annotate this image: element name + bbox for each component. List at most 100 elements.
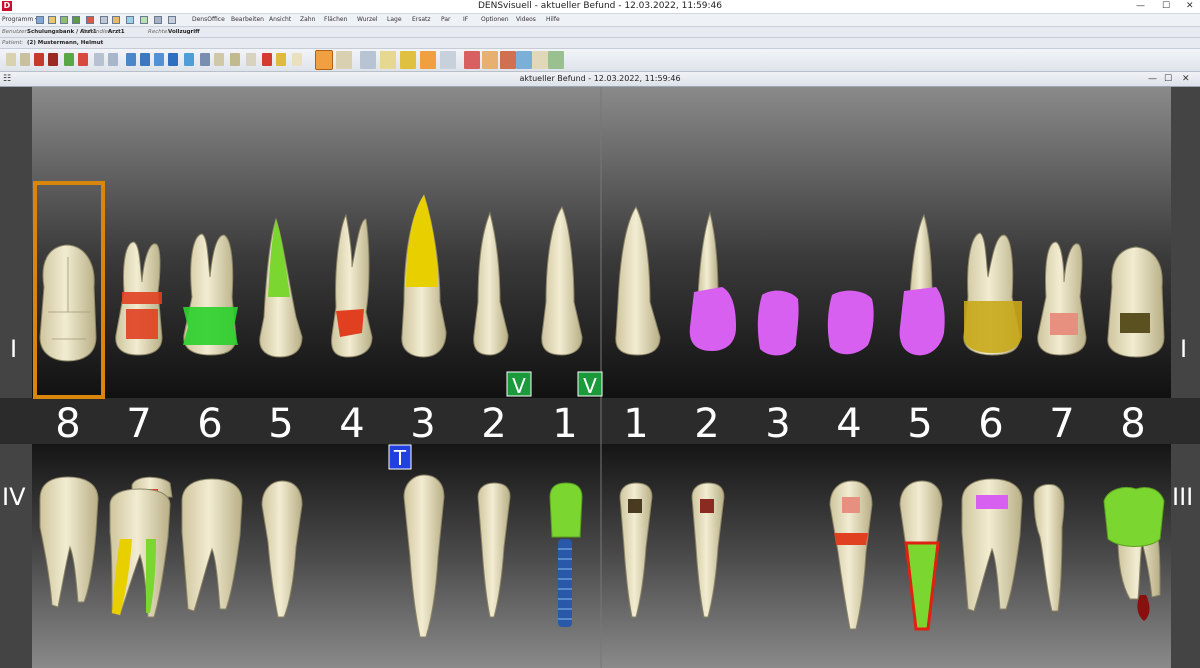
menu-densoffice[interactable]: DensOffice	[192, 14, 225, 26]
tooth-number-23[interactable]: 3	[765, 401, 790, 447]
tooth-number-14[interactable]: 4	[339, 401, 364, 447]
menu-par[interactable]: Par	[441, 14, 451, 26]
tool-selected-icon[interactable]	[315, 50, 333, 70]
doc-close-button[interactable]: ✕	[1182, 72, 1190, 86]
tool-implant-icon[interactable]	[126, 53, 136, 66]
tool-blue-icon[interactable]	[184, 53, 194, 66]
tool-t-icon[interactable]	[246, 53, 256, 66]
tool-brown-icon[interactable]	[500, 51, 516, 69]
left-side-panel	[0, 87, 32, 668]
menu-optionen[interactable]: Optionen	[481, 14, 509, 26]
tool-root2-icon[interactable]	[230, 53, 240, 66]
tooth-number-28[interactable]: 8	[1120, 401, 1145, 447]
toolbar	[0, 49, 1200, 72]
document-title: aktueller Befund - 12.03.2022, 11:59:46	[519, 74, 681, 83]
quick-icon-2[interactable]	[48, 16, 56, 24]
menu-if[interactable]: IF	[463, 14, 468, 26]
tool-view2-icon[interactable]	[336, 51, 352, 69]
quadrant-label-upper-right: I	[1180, 335, 1187, 363]
tool-gold-icon[interactable]	[276, 53, 286, 66]
tool-orange-icon[interactable]	[420, 51, 436, 69]
tool-radiation-icon[interactable]	[292, 53, 302, 66]
menu-bearbeiten[interactable]: Bearbeiten	[231, 14, 264, 26]
tool-beige-icon[interactable]	[532, 51, 548, 69]
tool-green-icon[interactable]	[64, 53, 74, 66]
tool-xray-icon[interactable]	[440, 51, 456, 69]
tool-gray-tooth-icon[interactable]	[360, 51, 376, 69]
tool-red-icon[interactable]	[34, 53, 44, 66]
tool-face-icon[interactable]	[380, 51, 396, 69]
tool-monitor-icon[interactable]	[516, 51, 532, 69]
quick-icon-4[interactable]	[72, 16, 80, 24]
tooth-number-24[interactable]: 4	[836, 401, 861, 447]
tooth-number-26[interactable]: 6	[978, 401, 1003, 447]
tooth-number-22[interactable]: 2	[694, 401, 719, 447]
tooth-number-21[interactable]: 1	[623, 401, 648, 447]
tooth-number-band	[0, 398, 1200, 444]
menu-programm[interactable]: Programm ▾	[2, 14, 38, 26]
tooth-number-16[interactable]: 6	[197, 401, 222, 447]
tool-implant2-icon[interactable]	[140, 53, 150, 66]
quick-icon-1[interactable]	[36, 16, 44, 24]
tool-implant3-icon[interactable]	[154, 53, 164, 66]
menu-hilfe[interactable]: Hilfe	[546, 14, 560, 26]
quick-icon-9[interactable]	[140, 16, 148, 24]
menu-bar: Programm ▾ DensOffice Bearbeiten Ansicht…	[0, 14, 1200, 27]
quadrant-label-upper-left: I	[10, 335, 17, 363]
tooth-23[interactable]	[757, 290, 799, 356]
tooth-number-12[interactable]: 2	[481, 401, 506, 447]
quick-icon-10[interactable]	[154, 16, 162, 24]
benutzer-label: Benutzer:	[2, 29, 29, 35]
quick-icon-3[interactable]	[60, 16, 68, 24]
patient-value: (2) Mustermann, Helmut	[27, 40, 104, 46]
tool-crown-red-icon[interactable]	[48, 53, 58, 66]
menu-zahn[interactable]: Zahn	[300, 14, 315, 26]
minimize-button[interactable]: —	[1136, 0, 1145, 13]
tool-filling-icon[interactable]	[78, 53, 88, 66]
maximize-button[interactable]: ☐	[1162, 0, 1170, 13]
quick-icon-11[interactable]	[168, 16, 176, 24]
quadrant-label-lower-left: IV	[2, 483, 26, 511]
menu-videos[interactable]: Videos	[516, 14, 536, 26]
tooth-24[interactable]	[827, 290, 874, 355]
tool-red-tooth-icon[interactable]	[464, 51, 480, 69]
tooth-number-27[interactable]: 7	[1049, 401, 1074, 447]
marker-v-12[interactable]: V	[506, 371, 532, 398]
marker-t-43[interactable]: T	[388, 444, 412, 470]
tool-tooth-outline-icon[interactable]	[20, 53, 30, 66]
tooth-number-18[interactable]: 8	[55, 401, 80, 447]
menu-wurzel[interactable]: Wurzel	[357, 14, 378, 26]
tooth-18[interactable]	[39, 244, 97, 362]
tool-orange-tooth-icon[interactable]	[482, 51, 498, 69]
close-button[interactable]: ✕	[1186, 0, 1194, 13]
tool-bridge2-icon[interactable]	[108, 53, 118, 66]
tool-tooth-icon[interactable]	[6, 53, 16, 66]
tool-crown-icon[interactable]	[262, 53, 272, 66]
doc-minimize-button[interactable]: —	[1148, 72, 1157, 86]
quadrant-label-lower-right: III	[1172, 483, 1193, 511]
menu-ansicht[interactable]: Ansicht	[269, 14, 291, 26]
tool-bridge-icon[interactable]	[94, 53, 104, 66]
quick-icon-8[interactable]	[126, 16, 134, 24]
menu-ersatz[interactable]: Ersatz	[412, 14, 431, 26]
doc-restore-button[interactable]: ☐	[1164, 72, 1172, 86]
window-title: DENSvisuell - aktueller Befund - 12.03.2…	[477, 1, 723, 11]
marker-v-11[interactable]: V	[577, 371, 603, 398]
tooth-number-25[interactable]: 5	[907, 401, 932, 447]
tooth-number-15[interactable]: 5	[268, 401, 293, 447]
upper-jaw-area	[0, 87, 1200, 398]
tool-green-tooth-icon[interactable]	[548, 51, 564, 69]
menu-flaechen[interactable]: Flächen	[324, 14, 347, 26]
quick-icon-6[interactable]	[100, 16, 108, 24]
tool-root-icon[interactable]	[214, 53, 224, 66]
tooth-number-11[interactable]: 1	[552, 401, 577, 447]
tooth-number-13[interactable]: 3	[410, 401, 435, 447]
tool-t-yellow-icon[interactable]	[400, 51, 416, 69]
quick-icon-7[interactable]	[112, 16, 120, 24]
quick-icon-5[interactable]	[86, 16, 94, 24]
tool-post-icon[interactable]	[168, 53, 178, 66]
menu-lage[interactable]: Lage	[387, 14, 402, 26]
tooth-28[interactable]	[1107, 246, 1165, 358]
tool-gray-icon[interactable]	[200, 53, 210, 66]
tooth-number-17[interactable]: 7	[126, 401, 151, 447]
